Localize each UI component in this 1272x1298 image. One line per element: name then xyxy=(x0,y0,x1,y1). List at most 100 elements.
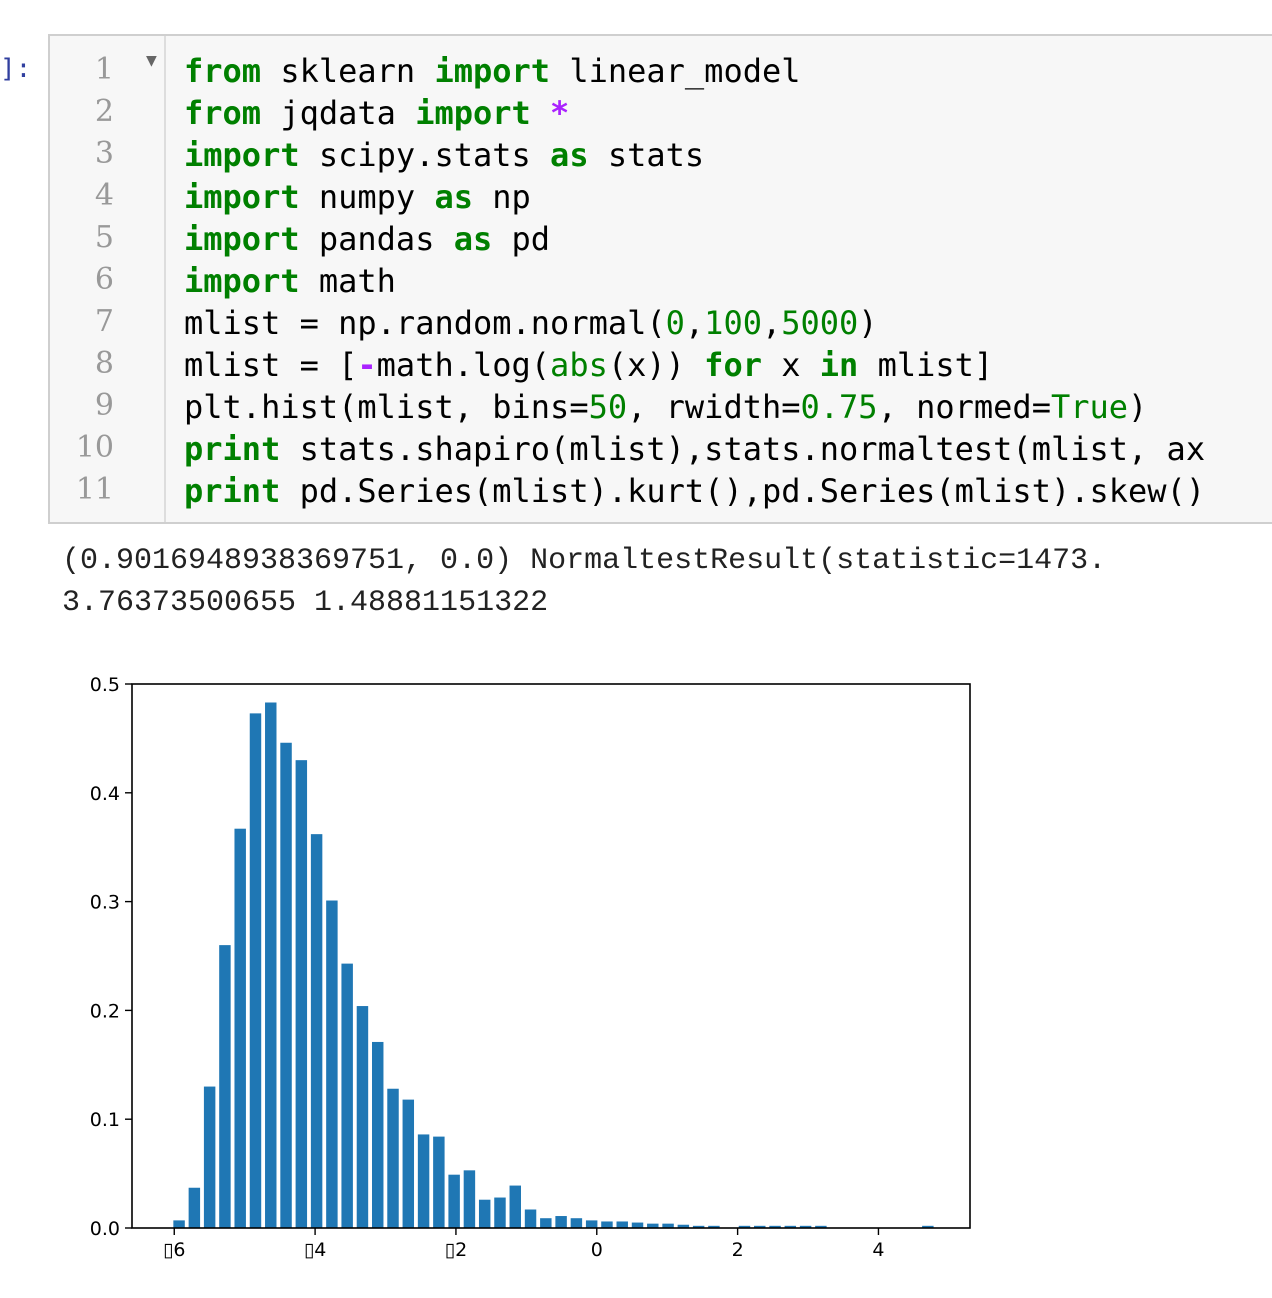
line-number: 4 xyxy=(94,178,114,213)
x-tick-label: 2 xyxy=(732,1239,744,1261)
line-number: 9 xyxy=(94,388,114,423)
histogram-bar xyxy=(234,828,246,1228)
cell-prompt: ]: xyxy=(0,54,32,84)
code-token: (x)) xyxy=(607,346,705,384)
line-number: 11 xyxy=(75,472,114,507)
line-number: 10 xyxy=(75,430,114,465)
code-line: import pandas as pd xyxy=(184,220,550,258)
histogram-bar xyxy=(448,1174,460,1228)
code-token: math.log( xyxy=(376,346,551,384)
line-number: 3 xyxy=(94,136,114,171)
code-token: import xyxy=(434,52,551,90)
code-token: * xyxy=(550,94,570,132)
code-token: import xyxy=(184,262,300,300)
code-line: mlist = [-math.log(abs(x)) for x in mlis… xyxy=(184,346,993,384)
code-token: - xyxy=(357,346,377,384)
code-token: , xyxy=(761,304,782,342)
y-tick-label: 0.0 xyxy=(90,1218,120,1240)
code-token: scipy.stats xyxy=(299,136,551,174)
code-token: np xyxy=(472,178,531,216)
code-token: pd xyxy=(492,220,551,258)
code-line: print stats.shapiro(mlist),stats.normalt… xyxy=(184,430,1205,468)
histogram-bar xyxy=(341,963,353,1228)
histogram-bar xyxy=(265,702,277,1228)
histogram-bar xyxy=(478,1199,491,1228)
line-number: 5 xyxy=(94,220,114,255)
histogram-bar xyxy=(433,1136,445,1228)
code-token: x xyxy=(761,346,820,384)
code-token: mlist] xyxy=(858,346,994,384)
histogram-bar xyxy=(372,1041,384,1228)
code-token: , xyxy=(684,304,705,342)
code-token: print xyxy=(184,472,281,510)
code-line: import math xyxy=(184,262,396,300)
code-token: for xyxy=(704,346,762,384)
code-token: import xyxy=(184,178,300,216)
code-token: True xyxy=(1050,388,1129,426)
fold-arrow-icon[interactable]: ▼ xyxy=(146,50,157,71)
histogram-bar xyxy=(509,1185,521,1228)
line-number-gutter: ▼ 1 2 3 4 5 6 7 8 9 10 11 xyxy=(50,36,166,522)
code-token: mlist = np.random.normal( xyxy=(184,304,666,342)
code-line: import scipy.stats as stats xyxy=(184,136,704,174)
code-token: as xyxy=(550,136,589,174)
code-token: as xyxy=(434,178,473,216)
y-tick-label: 0.2 xyxy=(90,1000,120,1022)
code-token: import xyxy=(415,94,531,132)
line-number: 6 xyxy=(94,262,114,297)
code-token: print xyxy=(184,430,281,468)
histogram-bar xyxy=(402,1099,415,1228)
x-tick-label: 4 xyxy=(872,1239,884,1261)
code-line: plt.hist(mlist, bins=50, rwidth=0.75, no… xyxy=(184,388,1147,426)
code-token: stats.shapiro(mlist),stats.normaltest(ml… xyxy=(280,430,1206,468)
code-token: pandas xyxy=(299,220,454,258)
code-token: math xyxy=(299,262,396,300)
code-line: import numpy as np xyxy=(184,178,531,216)
code-token: ) xyxy=(858,304,878,342)
x-tick-label: ▯2 xyxy=(445,1239,468,1261)
histogram-bar xyxy=(585,1220,598,1228)
x-tick-label: ▯6 xyxy=(163,1239,186,1261)
code-token: plt.hist(mlist, bins= xyxy=(184,388,589,426)
code-token: ) xyxy=(1128,388,1148,426)
code-token: 0 xyxy=(665,304,685,342)
histogram-bar xyxy=(616,1221,628,1228)
histogram-bar xyxy=(356,1006,369,1228)
y-tick-label: 0.4 xyxy=(90,783,120,805)
y-tick-label: 0.3 xyxy=(90,892,120,914)
code-cell-input[interactable]: ▼ 1 2 3 4 5 6 7 8 9 10 11 from sklearn import line… xyxy=(48,34,1272,524)
code-token: 100 xyxy=(704,304,762,342)
histogram-chart: 0.0 0.1 0.2 0.3 0.4 0.5 ▯6 ▯4 ▯2 0 2 4 xyxy=(90,674,971,1261)
code-token: sklearn xyxy=(261,52,435,90)
code-token: stats xyxy=(588,136,705,174)
histogram-bar xyxy=(631,1222,644,1228)
code-line: print pd.Series(mlist).kurt(),pd.Series(… xyxy=(184,472,1205,510)
code-token: import xyxy=(184,136,300,174)
code-token: 50 xyxy=(588,388,628,426)
code-token: jqdata xyxy=(261,94,416,132)
code-token: numpy xyxy=(299,178,435,216)
line-number: 7 xyxy=(94,304,114,339)
y-tick-label: 0.1 xyxy=(90,1109,120,1131)
histogram-bar xyxy=(555,1216,567,1228)
code-token: , rwidth= xyxy=(627,388,801,426)
code-token: import xyxy=(184,220,300,258)
y-tick-label: 0.5 xyxy=(90,674,120,696)
code-token: mlist = [ xyxy=(184,346,358,384)
histogram-bar xyxy=(203,1086,216,1228)
histogram-bar xyxy=(494,1197,506,1228)
histogram-bar xyxy=(280,742,292,1228)
code-token: as xyxy=(453,220,493,258)
histogram-bar xyxy=(463,1170,476,1228)
histogram-bar xyxy=(249,713,262,1228)
histogram-bar xyxy=(417,1134,430,1228)
code-token: 5000 xyxy=(781,304,859,342)
histogram-bar xyxy=(540,1218,552,1228)
histogram-bar xyxy=(173,1220,185,1228)
code-token: 0.75 xyxy=(800,388,878,426)
output-line-1: (0.9016948938369751, 0.0) NormaltestResu… xyxy=(62,544,1107,578)
x-tick-label: 0 xyxy=(591,1239,603,1261)
histogram-bar xyxy=(219,945,231,1228)
histogram-bar xyxy=(387,1088,399,1228)
